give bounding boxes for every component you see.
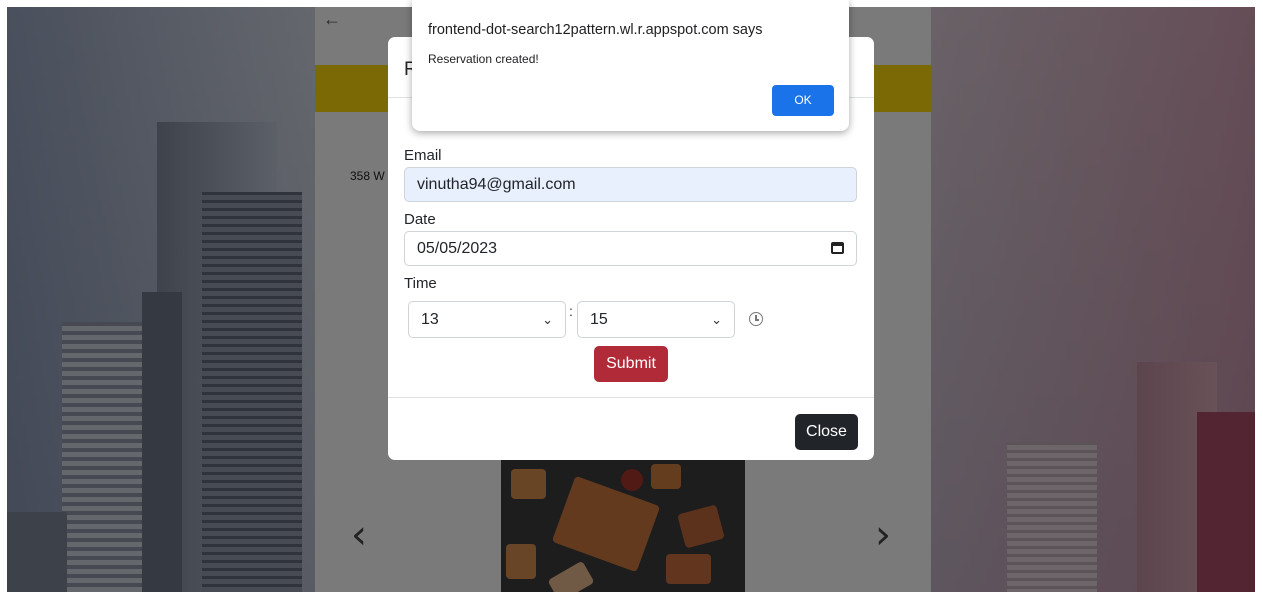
minute-value: 15 — [590, 311, 608, 328]
alert-title: frontend-dot-search12pattern.wl.r.appspo… — [428, 22, 763, 38]
time-label: Time — [404, 275, 437, 292]
chevron-down-icon: ⌄ — [542, 312, 553, 327]
close-button[interactable]: Close — [795, 414, 858, 450]
minute-select[interactable]: 15 ⌄ — [577, 301, 735, 338]
modal-footer: Close — [388, 397, 874, 461]
clock-icon[interactable] — [749, 312, 763, 326]
calendar-icon[interactable] — [831, 242, 844, 254]
alert-message: Reservation created! — [428, 52, 539, 66]
email-field[interactable]: vinutha94@gmail.com — [404, 167, 857, 202]
alert-ok-button[interactable]: OK — [772, 85, 834, 116]
hour-value: 13 — [421, 311, 439, 328]
chevron-down-icon: ⌄ — [711, 312, 722, 327]
date-field[interactable]: 05/05/2023 — [404, 231, 857, 266]
browser-alert-dialog: frontend-dot-search12pattern.wl.r.appspo… — [412, 0, 849, 131]
email-value: vinutha94@gmail.com — [417, 176, 576, 193]
hour-select[interactable]: 13 ⌄ — [408, 301, 566, 338]
time-separator: : — [569, 303, 573, 319]
date-label: Date — [404, 211, 436, 228]
email-label: Email — [404, 147, 442, 164]
date-value: 05/05/2023 — [417, 240, 498, 257]
submit-button[interactable]: Submit — [594, 346, 668, 382]
